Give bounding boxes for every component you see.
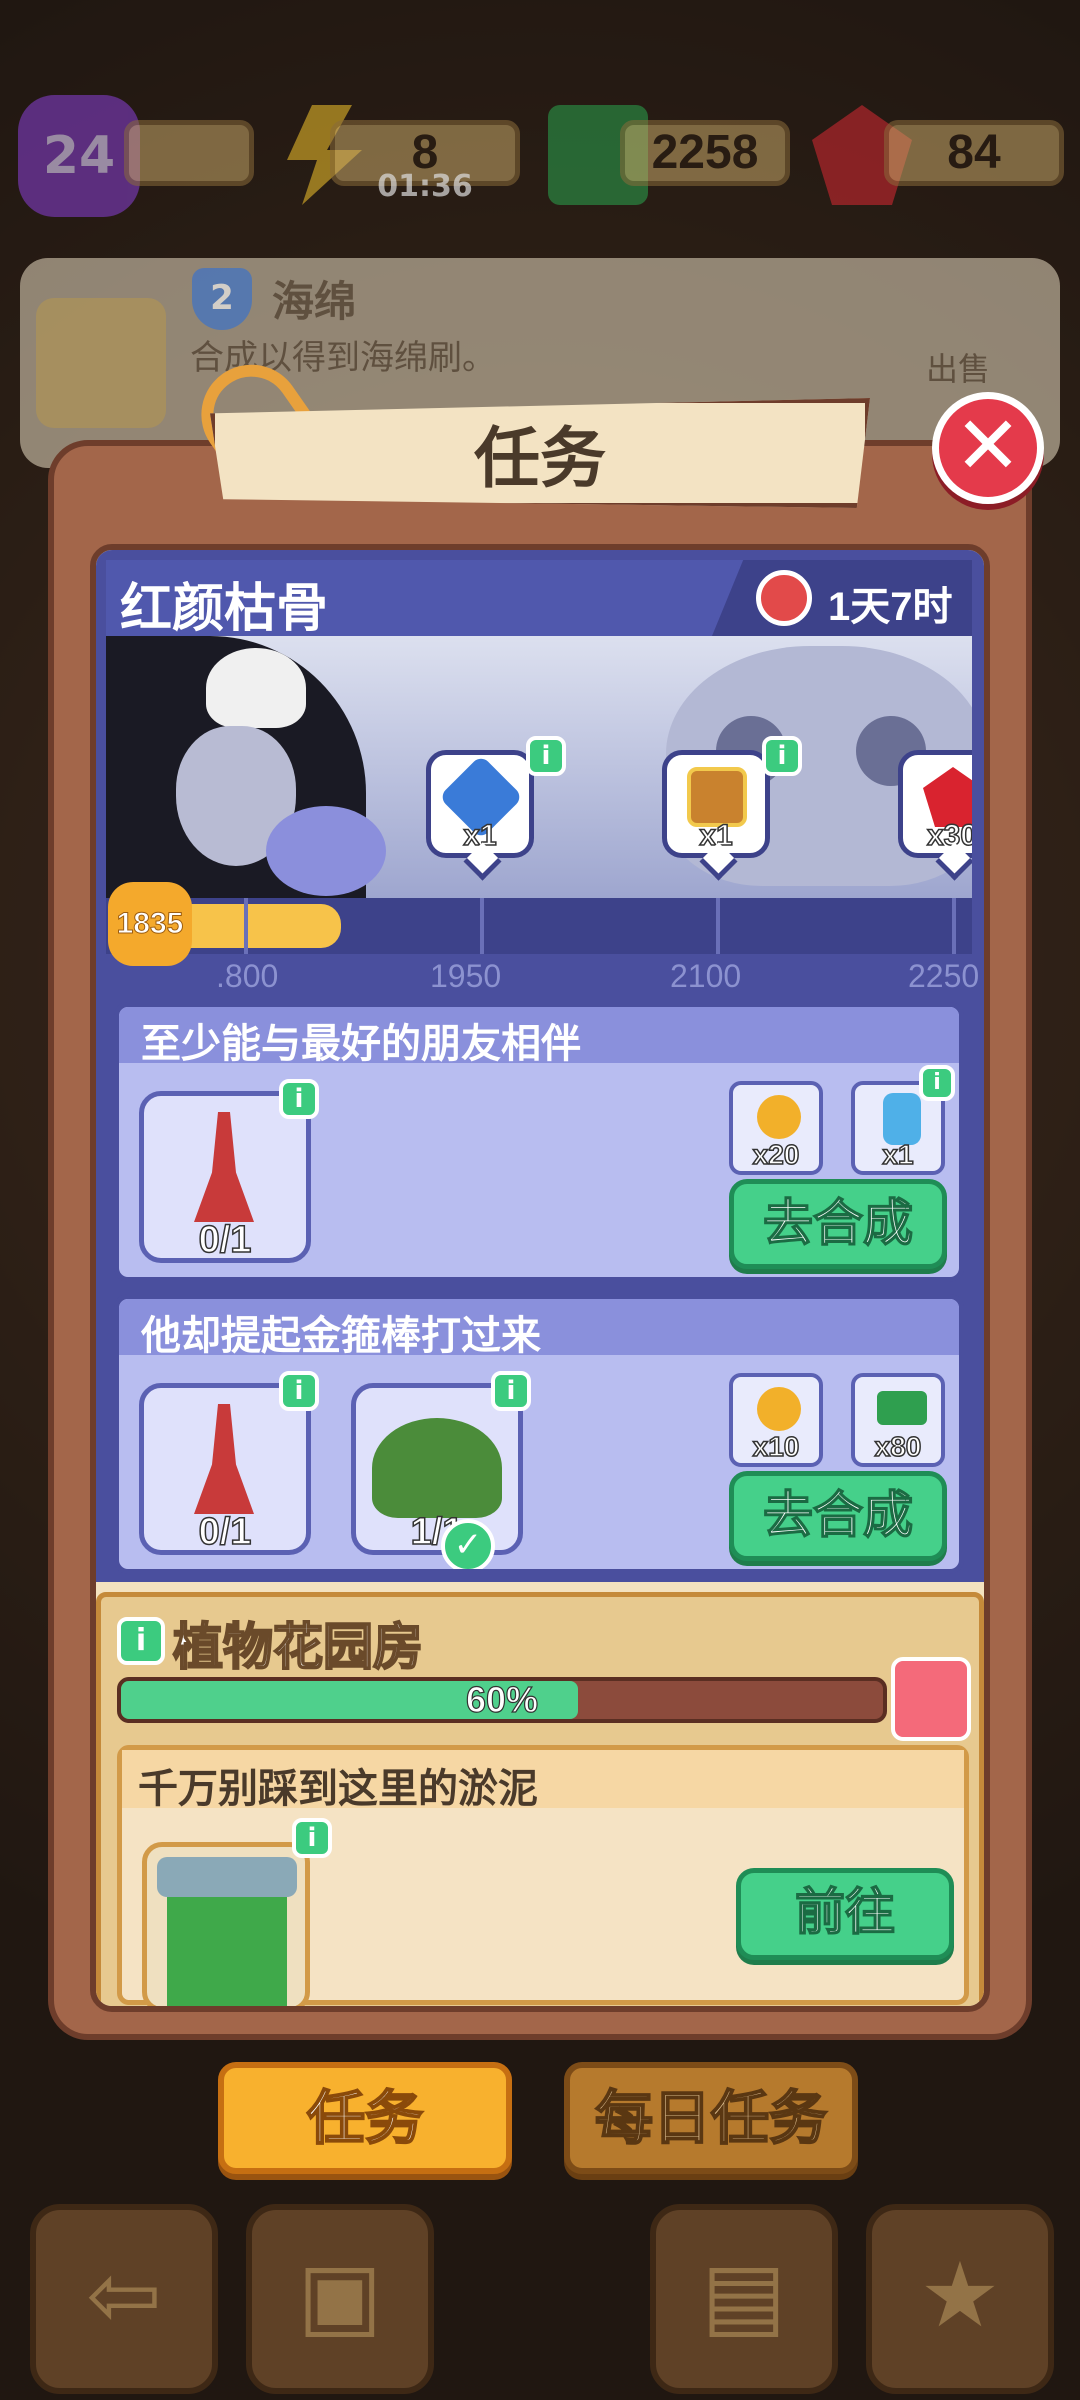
tick-label: .800 (216, 958, 279, 994)
potion-bottle-icon (883, 1093, 921, 1145)
info-icon[interactable]: i (292, 1818, 332, 1858)
task-title: 他却提起金箍棒打过来 (141, 1313, 541, 1359)
item-count: 0/1 (198, 1510, 252, 1554)
trash-bin-icon (167, 1877, 287, 2006)
sell-label: 出售 (926, 350, 991, 388)
info-icon[interactable]: i (526, 736, 566, 776)
garden-progress-bar: 60% (117, 1677, 887, 1723)
required-item-slot[interactable] (142, 1842, 310, 2006)
task-card-header: 他却提起金箍棒打过来 (119, 1299, 959, 1359)
milestone-reward-2[interactable]: x1 (662, 750, 770, 858)
garden-task-header: 千万别踩到这里的淤泥 (122, 1750, 964, 1812)
info-icon[interactable]: i (279, 1079, 319, 1119)
close-button[interactable]: ✕ (932, 392, 1044, 504)
tick-label: 1950 (430, 958, 502, 994)
tab-daily-tasks[interactable]: 每日任务 (564, 2062, 858, 2174)
info-icon[interactable]: i (919, 1065, 955, 1101)
skull-hat-icon (206, 648, 306, 728)
modal-title: 任务 (210, 398, 870, 508)
event-title: 红颜枯骨 (120, 579, 329, 639)
reward-count: x80 (874, 1430, 922, 1463)
item-count: 0/1 (198, 1218, 252, 1262)
info-icon[interactable]: i (762, 736, 802, 776)
clipboard-icon: ★ (866, 2204, 1054, 2394)
progress-score-badge: 1835 (108, 882, 192, 966)
checkmark-icon: ✓ (441, 1519, 495, 1569)
task-modal: 红颜枯骨 1天7时 x1 i x1 i x3 1835 .800 1950 21… (48, 440, 1032, 2040)
garden-room-section: i 植物花园房 60% 千万别踩到这里的淤泥 i 前往 (96, 1592, 984, 2006)
back-arrow-icon: ⇦ (30, 2204, 218, 2394)
clock-icon (756, 570, 812, 626)
task-title: 至少能与最好的朋友相伴 (141, 1021, 581, 1067)
milestone-reward-3[interactable]: x30 (898, 750, 972, 858)
garden-title: 植物花园房 (172, 1617, 424, 1677)
reward-count: x1 (699, 818, 734, 853)
xp-bar (124, 120, 254, 186)
event-timer-box: 1天7时 (712, 560, 972, 636)
task-reward: x20 (729, 1081, 823, 1175)
event-panel: 红颜枯骨 1天7时 x1 i x1 i x3 1835 .800 1950 21… (96, 550, 984, 1582)
reward-count: x30 (926, 818, 972, 853)
basket-icon: ▤ (650, 2204, 838, 2394)
shield-icon: 2 (192, 268, 252, 330)
gem-value: 84 (884, 120, 1064, 186)
progress-marker (480, 898, 484, 954)
reward-count: x20 (752, 1138, 800, 1171)
cash-value: 2258 (620, 120, 790, 186)
reward-count: x1 (882, 1138, 915, 1171)
trash-lid (157, 1857, 297, 1897)
tick-label: 2100 (670, 958, 742, 994)
task-modal-content[interactable]: 红颜枯骨 1天7时 x1 i x1 i x3 1835 .800 1950 21… (90, 544, 990, 2012)
event-timer: 1天7时 (828, 585, 953, 629)
resource-bar: 24 8 01:36 2258 84 (0, 95, 1080, 217)
level-badge: 24 (18, 95, 140, 217)
cash-icon (877, 1391, 927, 1425)
task-card-header: 至少能与最好的朋友相伴 (119, 1007, 959, 1067)
progress-marker (244, 898, 248, 954)
task-reward: x80 (851, 1373, 945, 1467)
sponge-icon (36, 298, 166, 428)
flower-pot-icon (372, 1418, 502, 1518)
sunflower-skull-icon (757, 1095, 801, 1139)
event-progress-bar (106, 898, 972, 954)
craft-button[interactable]: 去合成 (729, 1179, 947, 1269)
craft-button[interactable]: 去合成 (729, 1471, 947, 1561)
progress-marker (716, 898, 720, 954)
milestone-reward-1[interactable]: x1 (426, 750, 534, 858)
brush-icon (194, 1404, 254, 1514)
garden-task-title: 千万别踩到这里的淤泥 (138, 1766, 538, 1812)
go-button[interactable]: 前往 (736, 1868, 954, 1960)
task-card: 他却提起金箍棒打过来 0/1 i 1/1 i ✓ x10 x80 去合成 (114, 1294, 964, 1574)
backpack-icon: ▣ (246, 2204, 434, 2394)
item-name: 海绵 (272, 277, 357, 326)
task-reward: x10 (729, 1373, 823, 1467)
tab-tasks[interactable]: 任务 (218, 2062, 512, 2174)
chrysanthemum-icon (266, 806, 386, 896)
sunflower-skull-icon (757, 1387, 801, 1431)
energy-timer: 01:36 (377, 169, 473, 204)
info-icon[interactable]: i (117, 1617, 165, 1665)
reward-count: x1 (463, 818, 498, 853)
info-icon[interactable]: i (491, 1371, 531, 1411)
task-card: 至少能与最好的朋友相伴 0/1 i x20 x1 i 去合成 (114, 1002, 964, 1282)
garden-task-card: 千万别踩到这里的淤泥 i 前往 (117, 1745, 969, 2006)
ruby-icon (923, 767, 972, 827)
tick-label: 2250 (908, 958, 980, 994)
treasure-chest-icon (687, 767, 747, 827)
brush-icon (194, 1112, 254, 1222)
info-icon[interactable]: i (279, 1371, 319, 1411)
progress-marker (952, 898, 956, 954)
garden-progress-label: 60% (465, 1678, 539, 1720)
event-header: 红颜枯骨 1天7时 (106, 560, 972, 639)
event-scene: x1 i x1 i x30 (106, 636, 972, 898)
reward-count: x10 (752, 1430, 800, 1463)
gift-box-icon[interactable] (891, 1657, 971, 1741)
